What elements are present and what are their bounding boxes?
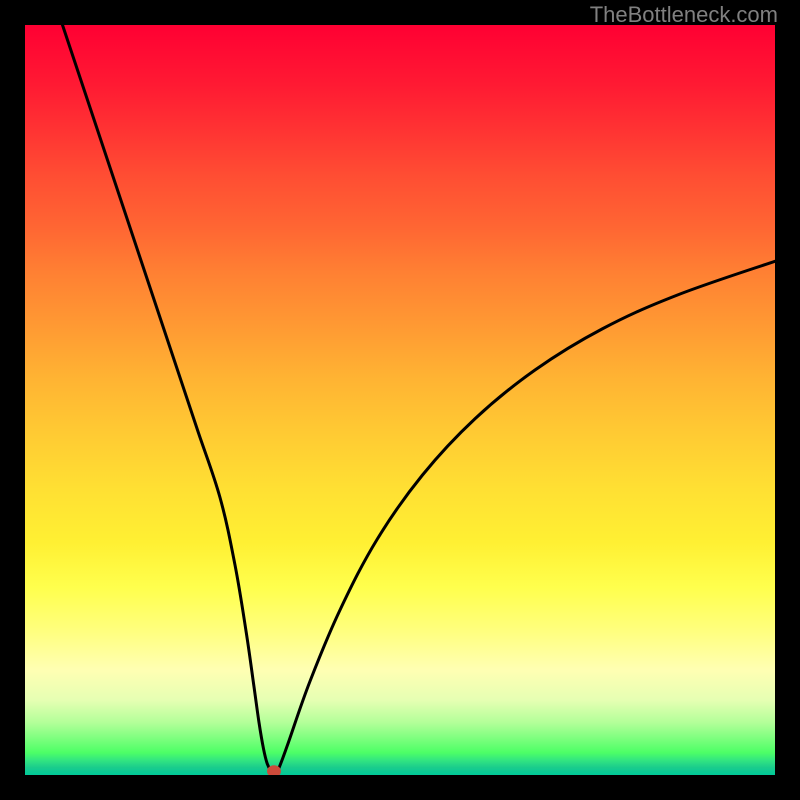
chart-frame: TheBottleneck.com <box>0 0 800 800</box>
bottleneck-curve <box>63 25 776 774</box>
curve-svg <box>25 25 775 775</box>
plot-area <box>25 25 775 775</box>
watermark-text: TheBottleneck.com <box>590 2 778 28</box>
